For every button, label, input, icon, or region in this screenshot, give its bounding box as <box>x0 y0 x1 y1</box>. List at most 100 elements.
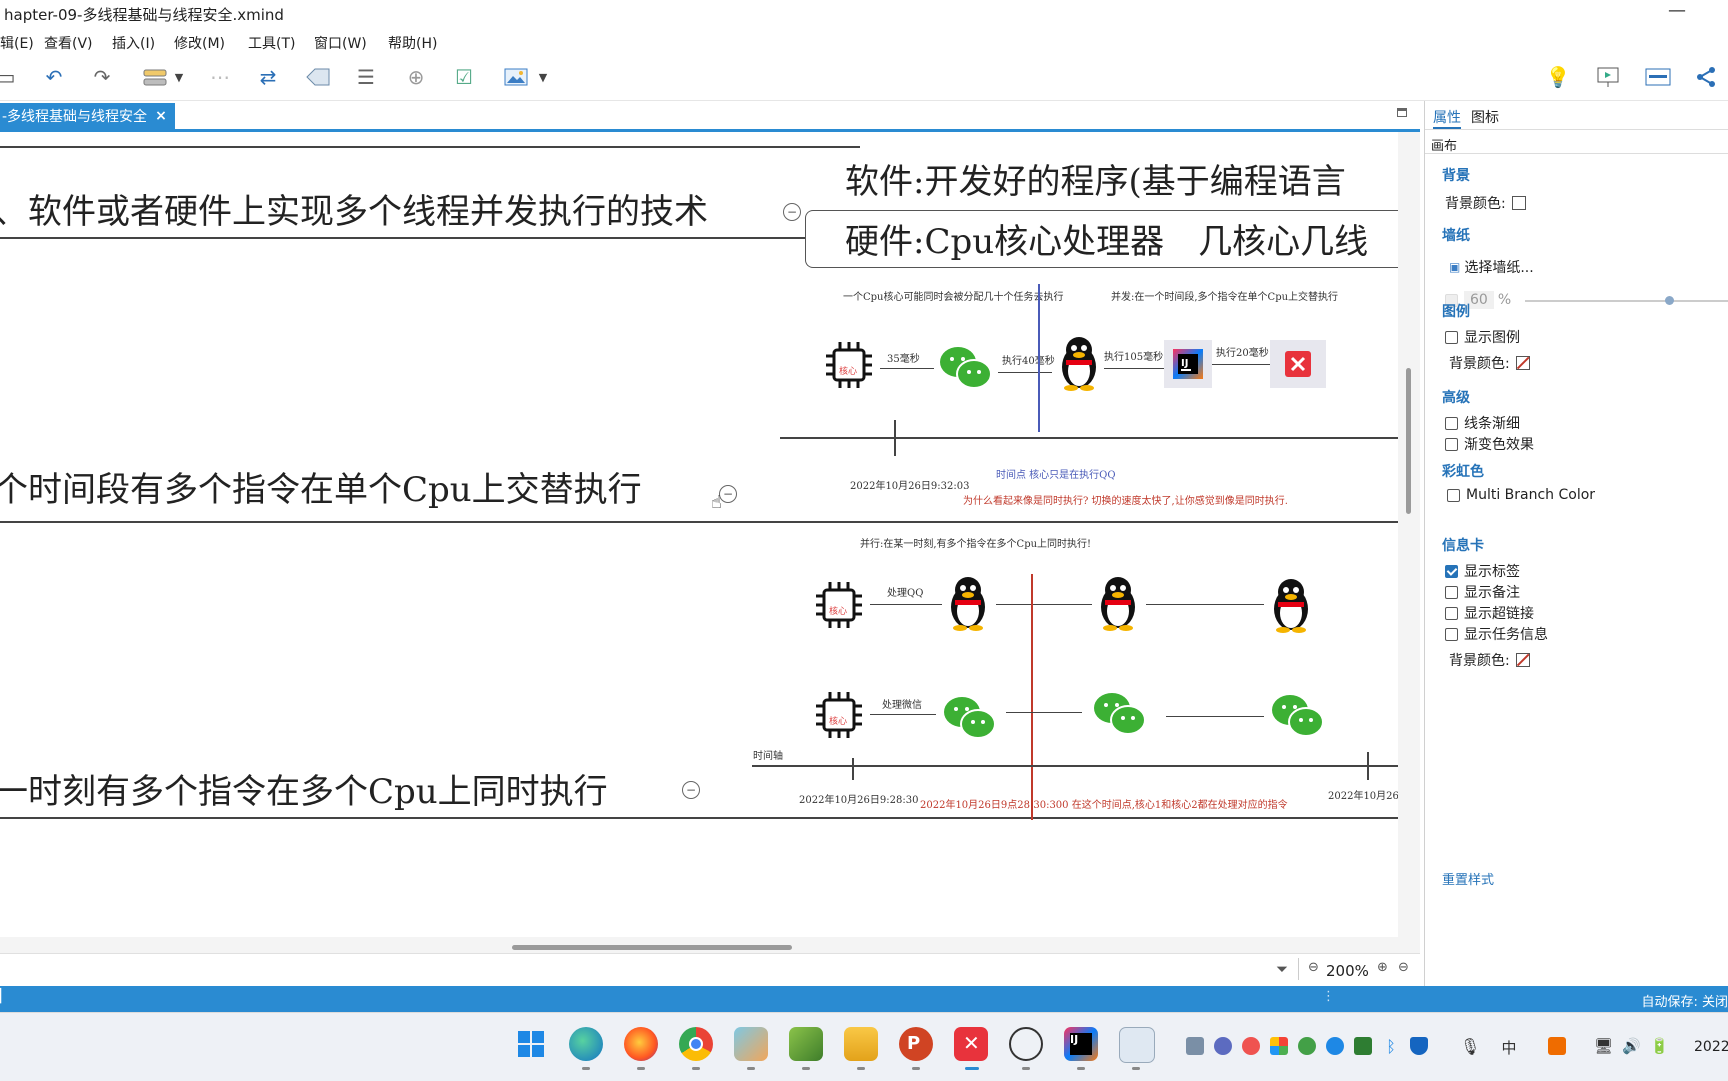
card-bg-swatch[interactable] <box>1515 653 1530 667</box>
battery-icon[interactable]: 🔋 <box>1650 1037 1669 1055</box>
firefox-icon[interactable] <box>624 1027 658 1061</box>
redo-icon[interactable]: ↷ <box>88 64 116 90</box>
summary-icon[interactable]: ☰ <box>352 64 380 90</box>
opacity-slider-handle[interactable] <box>1665 296 1674 305</box>
taper-lines-checkbox[interactable]: 线条渐细 <box>1445 413 1520 433</box>
topic-insert-dropdown-icon[interactable]: ▼ <box>172 64 186 90</box>
autosave-status[interactable]: 自动保存: 关闭 <box>1641 991 1728 1010</box>
show-labels-checkbox[interactable]: 显示标签 <box>1445 561 1520 581</box>
callout-icon[interactable]: ⊕ <box>402 64 430 90</box>
boundary-icon[interactable] <box>304 64 332 90</box>
topic-concurrency[interactable]: 个时间段有多个指令在单个Cpu上交替执行 <box>0 462 642 511</box>
microphone-icon[interactable]: 🎙 <box>1460 1037 1480 1056</box>
undo-icon[interactable]: ↶ <box>40 64 68 90</box>
app-icon-game[interactable] <box>789 1027 823 1061</box>
maximize-editor-icon[interactable] <box>1397 108 1407 117</box>
clock[interactable]: 2022 <box>1694 1039 1728 1055</box>
network-icon[interactable]: 🖥 <box>1594 1037 1613 1055</box>
share-icon[interactable] <box>1692 64 1720 90</box>
more-icon[interactable]: ⋯ <box>206 64 234 90</box>
zoom-out-icon[interactable]: ⊖ <box>1308 960 1319 975</box>
reset-style-link[interactable]: 重置样式 <box>1442 869 1494 888</box>
checkbox[interactable] <box>1445 606 1458 620</box>
xmind-taskbar-icon[interactable]: ✕ <box>954 1027 988 1061</box>
topic-parallelism[interactable]: 一时刻有多个指令在多个Cpu上同时执行 <box>0 764 608 813</box>
volume-icon[interactable]: 🔊 <box>1622 1037 1641 1055</box>
legend-bg-color-picker[interactable]: 背景颜色: <box>1449 353 1530 373</box>
windows-start-icon[interactable] <box>514 1027 548 1061</box>
horizontal-scroll-thumb[interactable] <box>512 945 792 950</box>
gradient-checkbox[interactable]: 渐变色效果 <box>1445 434 1534 454</box>
image-dropdown-icon[interactable]: ▼ <box>536 64 550 90</box>
tray-icon-5[interactable] <box>1298 1037 1316 1055</box>
relationship-icon[interactable]: ⇄ <box>254 64 282 90</box>
menu-tools[interactable]: 工具(T) <box>248 33 295 53</box>
choose-wallpaper-button[interactable]: ▣ 选择墙纸... <box>1449 257 1534 277</box>
checkbox-checked[interactable] <box>1445 564 1458 578</box>
presentation-icon[interactable] <box>1594 64 1622 90</box>
edge-icon[interactable] <box>569 1027 603 1061</box>
tray-icon-6[interactable] <box>1326 1037 1344 1055</box>
zoom-fit-icon[interactable]: ⊖ <box>1398 960 1409 975</box>
topic-insert-icon[interactable] <box>140 64 170 90</box>
menu-window[interactable]: 窗口(W) <box>314 33 367 53</box>
multi-branch-color-checkbox[interactable]: Multi Branch Color <box>1447 487 1595 503</box>
checkbox[interactable] <box>1445 627 1458 641</box>
tray-icon-2[interactable] <box>1214 1037 1232 1055</box>
bg-color-swatch[interactable] <box>1511 196 1526 210</box>
collapse-icon[interactable]: − <box>682 781 700 799</box>
topic-concurrency-tech[interactable]: 、软件或者硬件上实现多个线程并发执行的技术 <box>0 184 708 233</box>
ime-icon[interactable]: 中 <box>1500 1037 1518 1057</box>
collapse-icon[interactable]: − <box>783 203 801 221</box>
filter-icon[interactable]: ⏷ <box>1276 960 1288 978</box>
checkbox[interactable] <box>1445 416 1458 430</box>
topic-hardware[interactable]: 硬件:Cpu核心处理器 几核心几线 <box>845 214 1368 263</box>
save-icon[interactable]: ▭ <box>0 64 20 90</box>
bluetooth-icon[interactable]: ᛒ <box>1382 1037 1400 1056</box>
nvidia-icon[interactable] <box>1354 1037 1372 1055</box>
bg-color-picker[interactable]: 背景颜色: <box>1445 193 1526 213</box>
file-explorer-icon[interactable] <box>844 1027 878 1061</box>
show-notes-checkbox[interactable]: 显示备注 <box>1445 582 1520 602</box>
tab-close-icon[interactable]: × <box>155 108 167 124</box>
task-icon[interactable]: ☑ <box>450 64 478 90</box>
chrome-icon[interactable] <box>679 1027 713 1061</box>
checkbox[interactable] <box>1445 585 1458 599</box>
checkbox[interactable] <box>1445 330 1458 344</box>
legend-bg-swatch[interactable] <box>1515 356 1530 370</box>
menu-view[interactable]: 查看(V) <box>44 33 93 53</box>
mindmap-canvas[interactable]: 、软件或者硬件上实现多个线程并发执行的技术 − 软件:开发好的程序(基于编程语言… <box>0 132 1398 937</box>
checkbox[interactable] <box>1445 437 1458 451</box>
card-bg-color-picker[interactable]: 背景颜色: <box>1449 650 1530 670</box>
lightbulb-icon[interactable]: 💡 <box>1544 64 1572 90</box>
show-links-checkbox[interactable]: 显示超链接 <box>1445 603 1534 623</box>
tray-icon-1[interactable] <box>1186 1037 1204 1055</box>
checkbox[interactable] <box>1447 488 1460 502</box>
powerpoint-icon[interactable]: P <box>899 1027 933 1061</box>
menu-edit[interactable]: 辑(E) <box>0 33 34 53</box>
tray-icon-4[interactable] <box>1270 1037 1288 1055</box>
menu-insert[interactable]: 插入(I) <box>112 33 155 53</box>
image-icon[interactable] <box>502 64 530 90</box>
security-icon[interactable] <box>1410 1037 1428 1055</box>
vertical-scrollbar[interactable] <box>1398 132 1420 937</box>
zoom-in-icon[interactable]: ⊕ <box>1377 960 1388 975</box>
opacity-slider[interactable] <box>1525 300 1728 302</box>
clock-app-icon[interactable] <box>1009 1027 1043 1061</box>
menu-modify[interactable]: 修改(M) <box>174 33 225 53</box>
show-legend-checkbox[interactable]: 显示图例 <box>1445 327 1520 347</box>
tab-document[interactable]: -多线程基础与线程安全 × <box>0 103 175 129</box>
menu-help[interactable]: 帮助(H) <box>388 33 437 53</box>
tray-icon-s[interactable] <box>1548 1037 1566 1055</box>
outline-view-icon[interactable] <box>1644 64 1672 90</box>
app-icon-paint[interactable] <box>734 1027 768 1061</box>
tray-icon-3[interactable] <box>1242 1037 1260 1055</box>
vertical-scroll-thumb[interactable] <box>1406 368 1411 514</box>
monitor-app-icon[interactable] <box>1119 1027 1155 1063</box>
tab-properties[interactable]: 属性 <box>1433 107 1461 129</box>
intellij-taskbar-icon[interactable]: IJ <box>1064 1027 1098 1061</box>
minimize-button[interactable]: — <box>1668 0 1686 21</box>
topic-software[interactable]: 软件:开发好的程序(基于编程语言 <box>845 154 1346 203</box>
show-tasks-checkbox[interactable]: 显示任务信息 <box>1445 624 1548 644</box>
tab-icons[interactable]: 图标 <box>1471 107 1499 127</box>
